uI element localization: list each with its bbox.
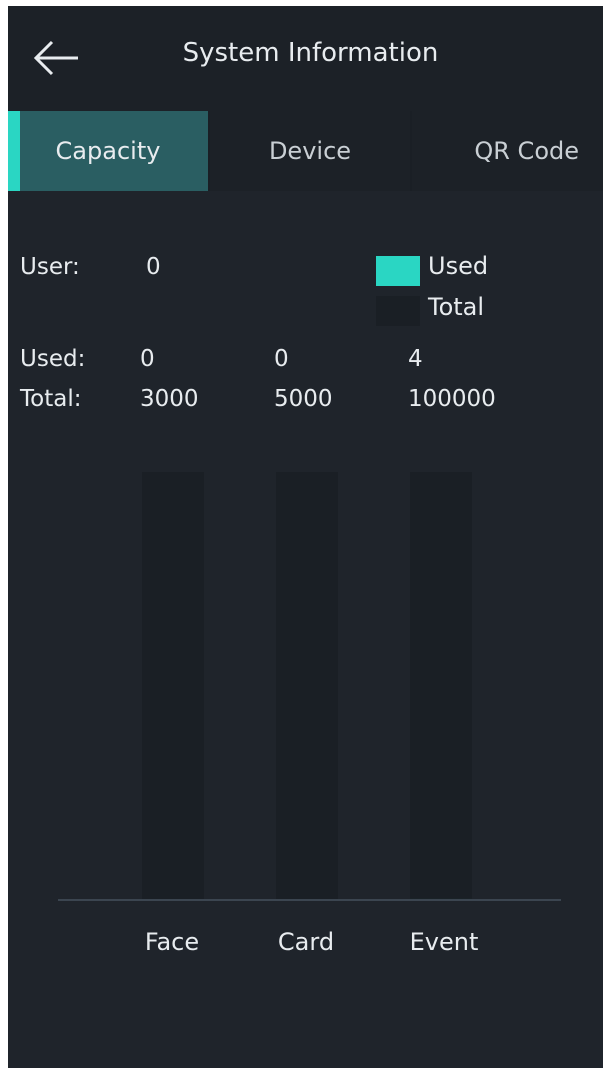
bar-total-card [276,472,338,899]
capacity-chart-svg [58,472,561,901]
category-label-card: Card [277,928,335,956]
bar-total-face [142,472,204,899]
category-label-event: Event [409,928,479,956]
app-screen: System Information Capacity Device QR Co… [8,6,603,1068]
bar-total-event [410,472,472,899]
category-label-face: Face [144,928,200,956]
